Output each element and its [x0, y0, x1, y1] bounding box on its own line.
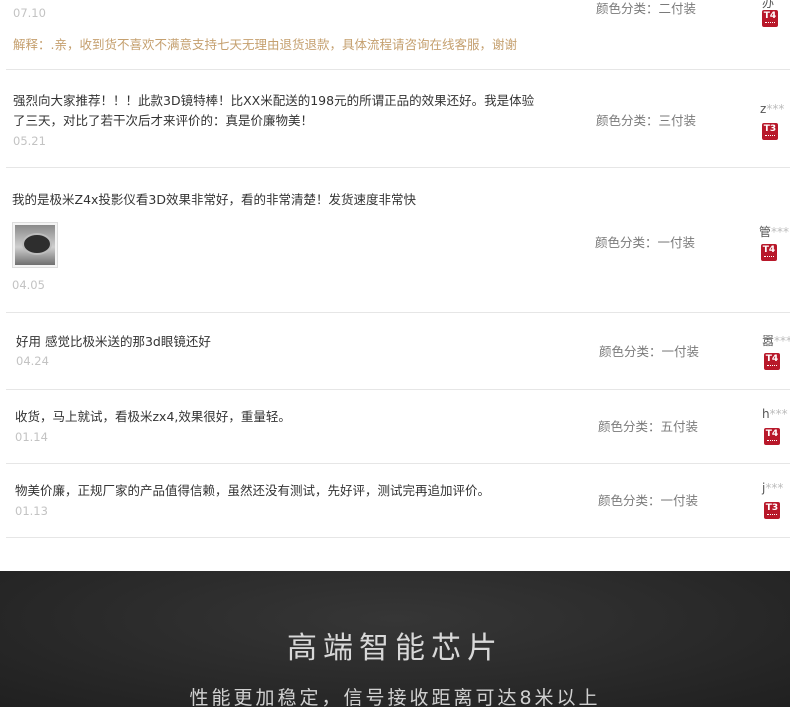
- reviewer-initial: h: [762, 407, 770, 421]
- review-row: 我的是极米Z4x投影仪看3D效果非常好，看的非常清楚！发货速度非常快 04.05…: [6, 168, 790, 313]
- review-date: 04.24: [16, 354, 49, 368]
- sku-label: 颜色分类：一付装: [599, 344, 700, 359]
- reviewer-mask: ***: [771, 225, 790, 239]
- review-row: 物美价廉，正规厂家的产品值得信赖，虽然还没有测试，先好评，测试完再追加评价。 0…: [6, 464, 790, 538]
- reviewer-name[interactable]: j***: [762, 481, 783, 495]
- review-date: 05.21: [13, 134, 46, 148]
- review-text: 好用 感觉比极米送的那3d眼镜还好: [16, 334, 211, 349]
- seller-reply: 解释：.亲，收到货不喜欢不满意支持七天无理由退货退款，具体流程请咨询在线客服，谢…: [13, 37, 517, 52]
- tmall-level-badge-icon: T4: [762, 10, 778, 27]
- review-text: 物美价廉，正规厂家的产品值得信赖，虽然还没有测试，先好评，测试完再追加评价。: [15, 483, 491, 498]
- review-text: 强烈向大家推荐！！！此款3D镜特棒！比XX米配送的198元的所谓正品的效果还好。…: [13, 93, 535, 108]
- review-date: 01.14: [15, 430, 48, 444]
- tmall-level-badge-icon: T4: [764, 428, 780, 445]
- review-date: 07.10: [13, 6, 46, 20]
- reviewer-name[interactable]: h***: [762, 407, 788, 421]
- reviewer-mask: ***: [769, 407, 788, 421]
- banner-headline: 高端智能芯片: [287, 631, 503, 666]
- sku-label: 颜色分类：二付装: [596, 1, 697, 16]
- product-feature-banner: 高端智能芯片 性能更加稳定，信号接收距离可达8米以上: [0, 571, 790, 709]
- review-row: 07.10 解释：.亲，收到货不喜欢不满意支持七天无理由退货退款，具体流程请咨询…: [6, 0, 790, 70]
- review-list: 07.10 解释：.亲，收到货不喜欢不满意支持七天无理由退货退款，具体流程请咨询…: [0, 0, 790, 571]
- review-date: 04.05: [12, 278, 45, 292]
- reviewer-name[interactable]: 管***: [759, 223, 789, 240]
- reviewer-name[interactable]: z***: [760, 102, 784, 116]
- review-photo-thumbnail[interactable]: [12, 222, 58, 268]
- reviewer-name[interactable]: 嚣***: [762, 332, 790, 349]
- review-date: 01.13: [15, 504, 48, 518]
- sku-label: 颜色分类：一付装: [598, 493, 699, 508]
- sku-label: 颜色分类：五付装: [598, 419, 699, 434]
- banner-subline: 性能更加稳定，信号接收距离可达8米以上: [189, 687, 601, 709]
- tmall-level-badge-icon: T4: [761, 244, 777, 261]
- review-text: 了三天，对比了若干次后才来评价的：真是价廉物美！: [13, 113, 314, 128]
- reviewer-mask: ***: [766, 102, 785, 116]
- sku-label: 颜色分类：三付装: [596, 113, 697, 128]
- review-row: 收货，马上就试，看极米zx4,效果很好，重量轻。 01.14 颜色分类：五付装 …: [6, 390, 790, 464]
- reviewer-mask: ***: [765, 481, 784, 495]
- sku-label: 颜色分类：一付装: [595, 235, 696, 250]
- reviewer-initial: 嚣: [762, 334, 775, 348]
- tmall-level-badge-icon: T3: [762, 123, 778, 140]
- review-row: 强烈向大家推荐！！！此款3D镜特棒！比XX米配送的198元的所谓正品的效果还好。…: [6, 70, 790, 168]
- review-text: 收货，马上就试，看极米zx4,效果很好，重量轻。: [15, 409, 291, 424]
- photo-image: [15, 225, 55, 265]
- reviewer-initial: 管: [759, 225, 772, 239]
- review-text: 我的是极米Z4x投影仪看3D效果非常好，看的非常清楚！发货速度非常快: [12, 192, 416, 207]
- tmall-level-badge-icon: T3: [764, 502, 780, 519]
- tmall-level-badge-icon: T4: [764, 353, 780, 370]
- review-row: 好用 感觉比极米送的那3d眼镜还好 04.24 颜色分类：一付装 嚣*** T4: [6, 313, 790, 390]
- reviewer-mask: ***: [774, 334, 790, 348]
- reviewer-initial: 办: [762, 0, 775, 10]
